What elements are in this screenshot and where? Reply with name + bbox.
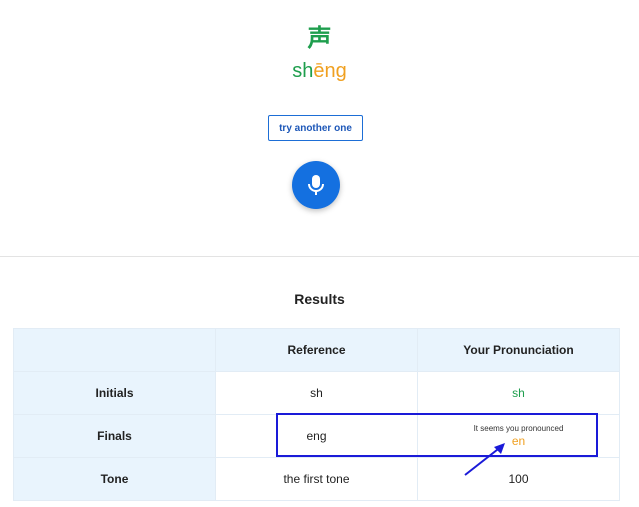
record-button[interactable] [292,161,340,209]
microphone-icon [308,175,324,195]
row-label-tone: Tone [13,457,216,501]
reference-finals: eng [215,414,418,458]
results-title: Results [294,291,345,307]
table-row: Tone the first tone 100 [13,457,620,501]
try-another-button[interactable]: try another one [268,115,363,141]
yours-initials: sh [417,371,620,415]
pinyin: shēng [0,60,639,83]
yours-tone: 100 [417,457,620,501]
row-label-initials: Initials [13,371,216,415]
practice-card: 声 shēng try another one [0,0,639,256]
finals-hint: It seems you pronounced [473,424,564,433]
reference-initials: sh [215,371,418,415]
table-header-row: Reference Your Pronunciation [13,328,620,372]
yours-finals: It seems you pronounced en [417,414,620,458]
section-divider [0,256,639,257]
pinyin-initial: sh [292,60,314,82]
annotation-arrow [464,443,505,476]
table-row: Initials sh sh [13,371,620,415]
pinyin-final: ēng [313,60,347,82]
finals-value: en [511,434,526,448]
reference-tone: the first tone [215,457,418,501]
row-label-finals: Finals [13,414,216,458]
header-empty [13,328,216,372]
character: 声 [307,24,332,52]
header-your-pronunciation: Your Pronunciation [417,328,620,372]
header-reference: Reference [215,328,418,372]
table-row: Finals eng It seems you pronounced en [13,414,620,458]
results-table: Reference Your Pronunciation Initials sh… [13,328,620,501]
